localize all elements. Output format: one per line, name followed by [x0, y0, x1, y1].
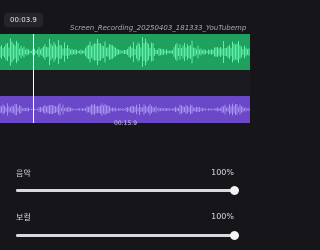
music-value: 100%	[211, 168, 234, 177]
vocal-value: 100%	[211, 212, 234, 221]
video-waveform	[0, 37, 250, 67]
separated-audio-track[interactable]	[0, 96, 250, 123]
music-label: 음악	[16, 169, 31, 178]
video-audio-track[interactable]	[0, 34, 250, 70]
vocal-label: 보컬	[16, 213, 31, 222]
audio-time-label: 00:15.9	[114, 120, 138, 127]
current-time-label: 00:03.9	[4, 13, 43, 27]
track-separator	[0, 70, 250, 96]
audio-editor-panel: 00:03.9 Screen_Recording_20250403_181333…	[0, 0, 250, 250]
music-slider-fill	[16, 189, 234, 192]
vocal-volume-slider[interactable]	[16, 231, 239, 240]
vocal-slider-thumb[interactable]	[229, 231, 239, 240]
vocal-slider-fill	[16, 234, 234, 237]
playhead[interactable]	[33, 34, 34, 123]
clip-file-name: Screen_Recording_20250403_181333_YouTube…	[70, 24, 247, 32]
audio-waveform	[0, 103, 250, 116]
music-slider-thumb[interactable]	[229, 186, 239, 195]
music-volume-slider[interactable]	[16, 186, 239, 195]
